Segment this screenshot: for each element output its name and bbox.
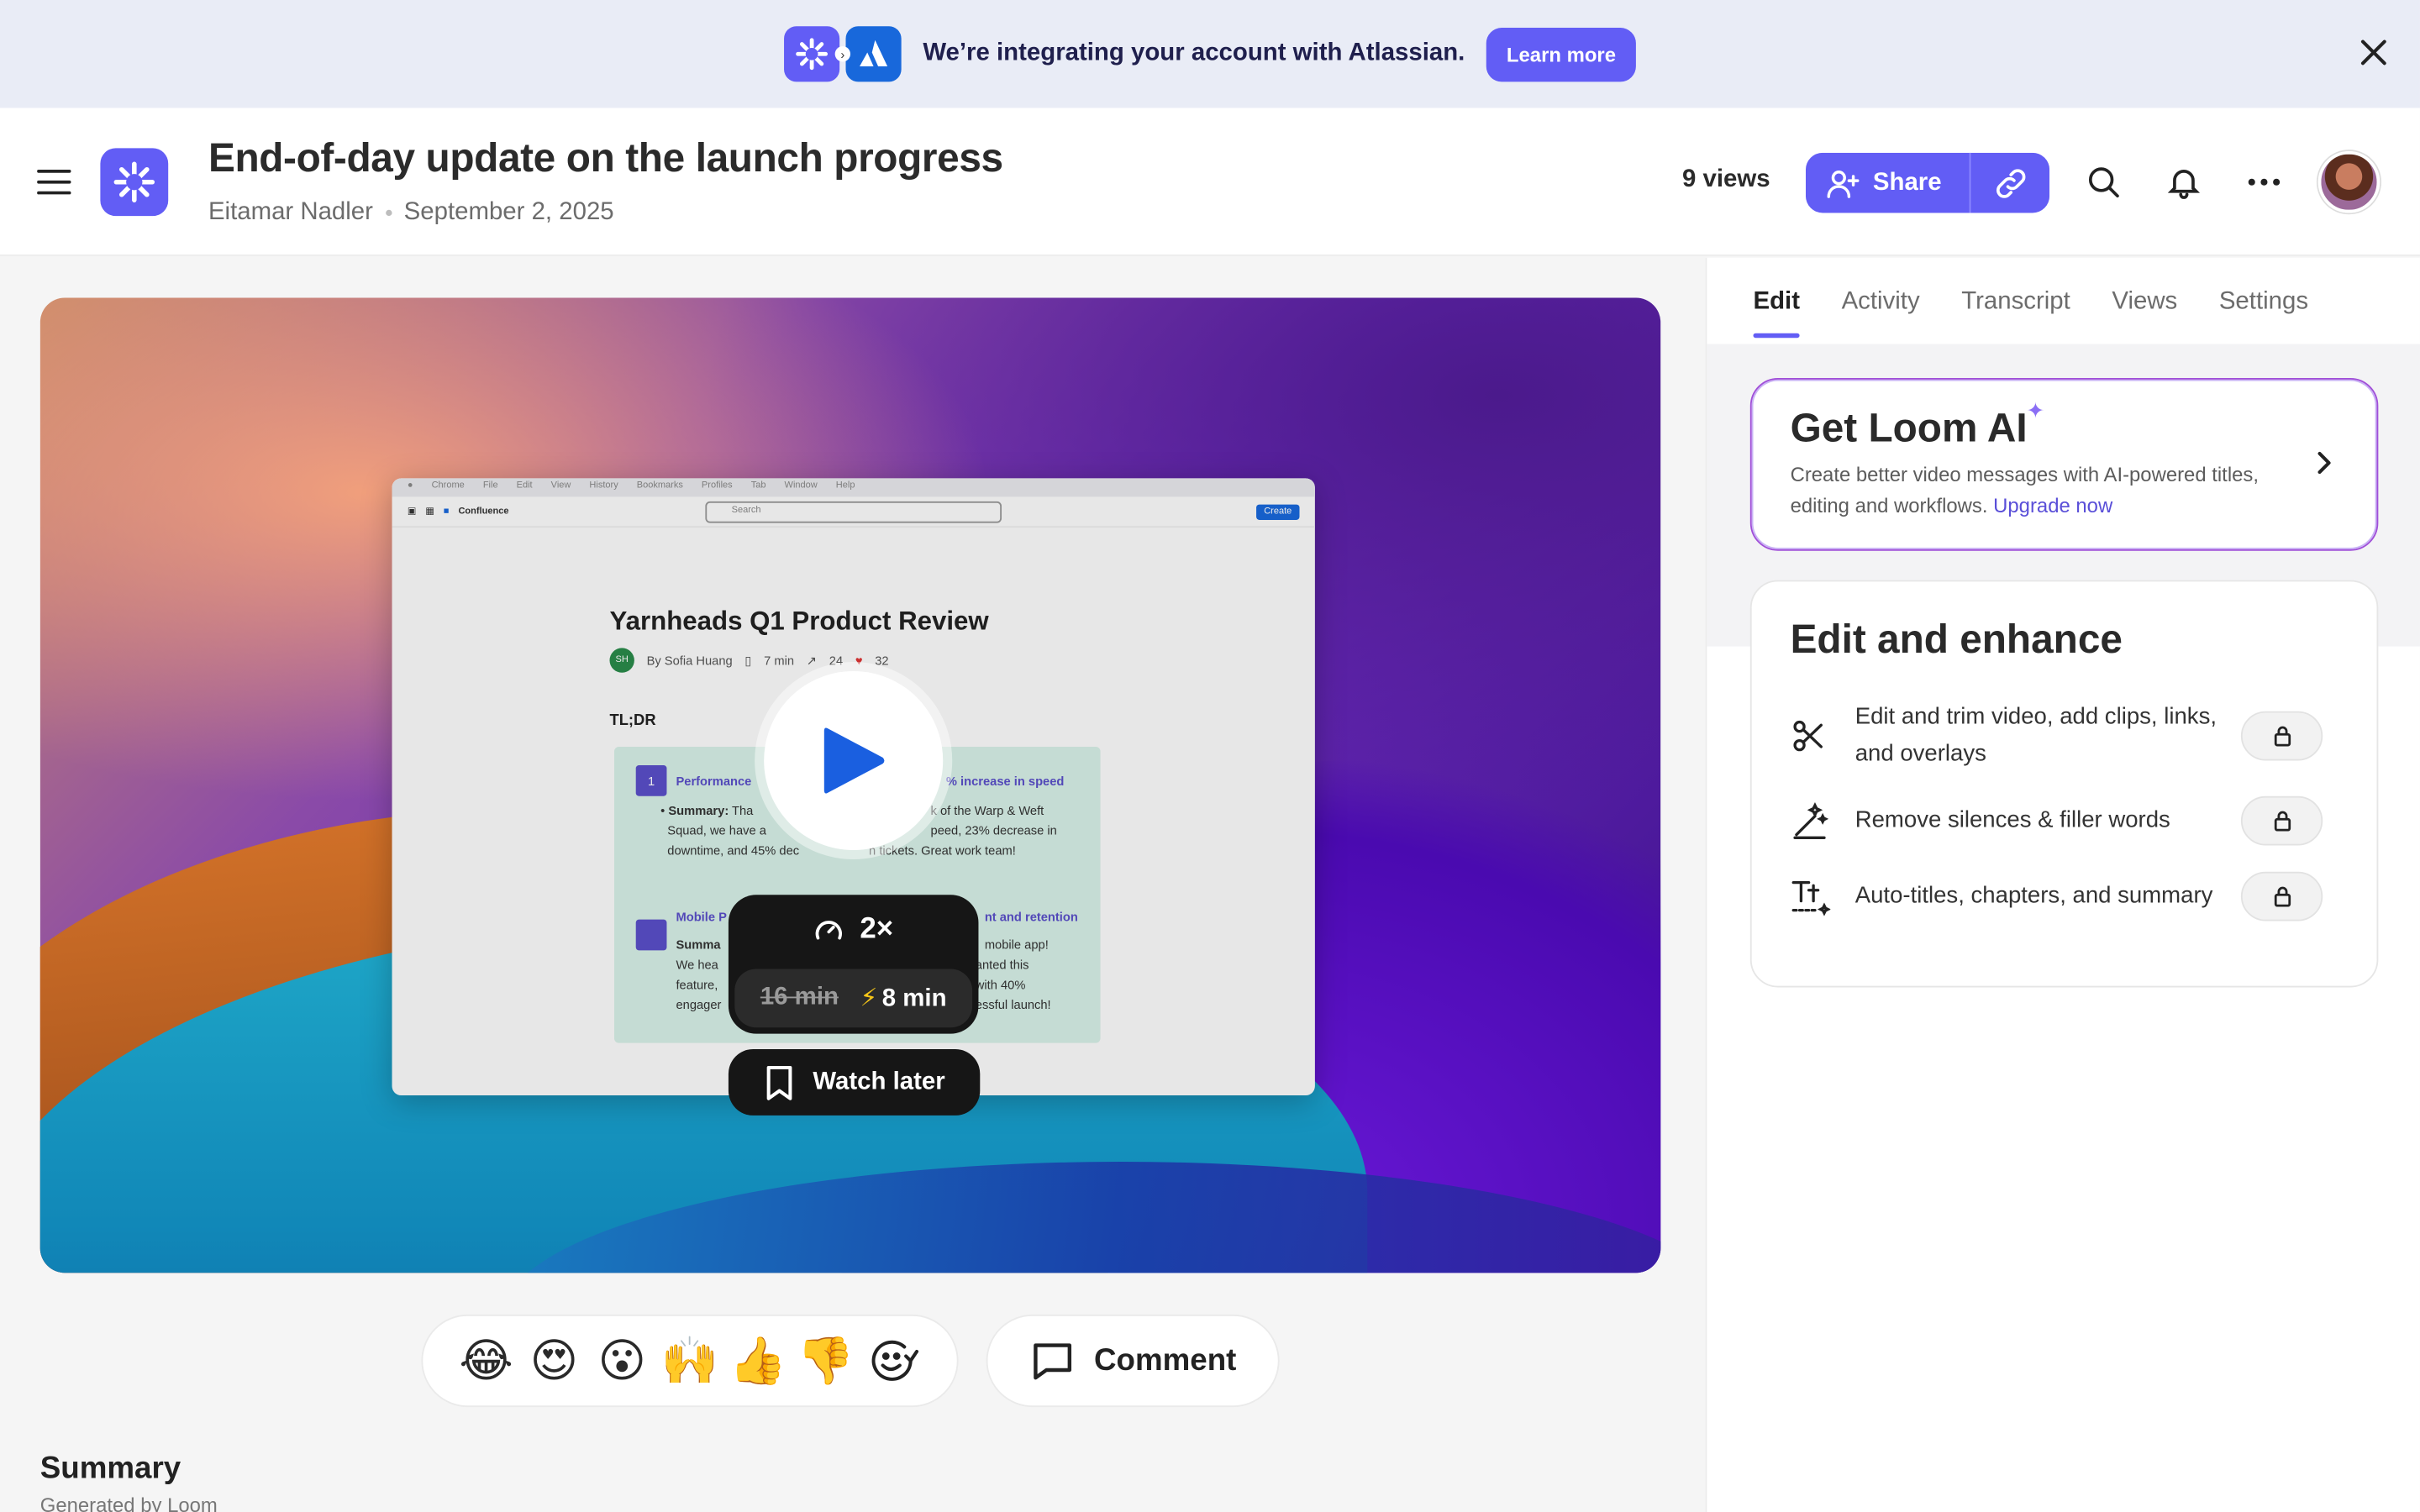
scissors-icon (1791, 714, 1855, 757)
video-header: End-of-day update on the launch progress… (0, 108, 2420, 256)
bookmark-icon (766, 1065, 792, 1100)
enhance-item-trim[interactable]: Edit and trim video, add clips, links, a… (1791, 699, 2323, 773)
raised-hands-emoji-button[interactable]: 🙌 (660, 1331, 719, 1390)
video-title[interactable]: End-of-day update on the launch progress (208, 134, 1003, 182)
avatar[interactable] (2317, 150, 2381, 213)
summary-heading: Summary (39, 1452, 182, 1486)
loom-ai-title: Get Loom AI (1790, 404, 2028, 451)
speedometer-icon (816, 920, 843, 939)
heart-eyes-emoji-button[interactable]: 😍 (524, 1331, 583, 1390)
enhance-item-label: Auto-titles, chapters, and summary (1854, 882, 2213, 909)
loom-ai-card[interactable]: Get Loom AI ✦ Create better video messag… (1749, 377, 2379, 551)
share-label: Share (1872, 169, 1942, 196)
video-player[interactable]: ● Chrome File Edit View History Bookmark… (39, 297, 1661, 1273)
view-count[interactable]: 9 views (1682, 166, 1770, 194)
lock-icon[interactable] (2240, 711, 2323, 761)
laugh-emoji-button[interactable]: 😂 (457, 1331, 516, 1390)
more-icon[interactable] (2245, 164, 2282, 201)
close-icon[interactable] (2355, 34, 2392, 71)
integration-banner: › We’re integrating your account with At… (0, 0, 2420, 108)
thumbs-down-emoji-button[interactable]: 👎 (797, 1331, 855, 1390)
chevron-right-icon[interactable] (2309, 448, 2340, 479)
edit-enhance-title: Edit and enhance (1790, 615, 2123, 662)
watch-later-button[interactable]: Watch later (728, 1048, 981, 1116)
reaction-bar: 😂 😍 😮 🙌 👍 👎 (421, 1314, 959, 1408)
tab-settings[interactable]: Settings (2219, 288, 2308, 316)
video-meta: Eitamar Nadler September 2, 2025 (208, 199, 614, 227)
tab-activity[interactable]: Activity (1842, 288, 1920, 316)
banner-logos: › (784, 26, 902, 82)
fast-duration-wrap: ⚡ 8 min (860, 983, 947, 1014)
fast-duration: 8 min (881, 985, 947, 1012)
original-duration: 16 min (760, 984, 839, 1011)
enhance-item-label: Remove silences & filler words (1854, 806, 2170, 833)
atlassian-logo-icon (845, 26, 902, 82)
play-button[interactable] (764, 670, 944, 851)
lock-icon[interactable] (2240, 871, 2323, 921)
lock-icon[interactable] (2240, 795, 2323, 846)
search-icon[interactable] (2085, 164, 2122, 201)
surprised-emoji-button[interactable]: 😮 (592, 1331, 651, 1390)
video-date: September 2, 2025 (403, 198, 614, 226)
thumbs-up-emoji-button[interactable]: 👍 (729, 1331, 787, 1390)
sparkle-icon: ✦ (2026, 397, 2045, 423)
loom-logo-icon (784, 26, 840, 82)
edit-enhance-card: Edit and enhance Edit and trim video, ad… (1749, 580, 2379, 988)
sidebar-tabs: Edit Activity Transcript Views Settings (1753, 288, 2308, 339)
copy-link-button[interactable] (1970, 152, 2050, 213)
duration-row: 16 min ⚡ 8 min (734, 969, 973, 1028)
bell-icon[interactable] (2165, 164, 2202, 201)
play-icon (823, 727, 885, 794)
upgrade-now-link[interactable]: Upgrade now (1993, 494, 2112, 517)
enhance-item-silences[interactable]: Remove silences & filler words (1791, 795, 2323, 846)
tab-transcript[interactable]: Transcript (1961, 288, 2070, 316)
add-reaction-icon[interactable] (865, 1331, 923, 1390)
loom-app-logo-icon[interactable] (100, 148, 169, 217)
speed-row: 2× (729, 895, 979, 964)
lightning-icon: ⚡ (860, 985, 878, 1012)
playback-speed-card[interactable]: 2× 16 min ⚡ 8 min (728, 895, 979, 1034)
playback-speed: 2× (860, 912, 894, 945)
comment-button[interactable]: Comment (986, 1314, 1280, 1408)
arrow-right-icon: › (834, 46, 851, 62)
link-icon (1996, 168, 2025, 197)
right-sidebar: Edit Activity Transcript Views Settings … (1705, 257, 2420, 1512)
banner-message: We’re integrating your account with Atla… (923, 39, 1465, 66)
comment-label: Comment (1093, 1342, 1237, 1378)
tab-views[interactable]: Views (2112, 288, 2177, 316)
learn-more-button[interactable]: Learn more (1486, 27, 1636, 81)
watch-later-label: Watch later (813, 1068, 945, 1095)
add-person-icon (1827, 170, 1860, 197)
loom-ai-description: Create better video messages with AI-pow… (1791, 459, 2269, 521)
enhance-item-autotitles[interactable]: Auto-titles, chapters, and summary (1791, 871, 2323, 921)
author-name[interactable]: Eitamar Nadler (208, 199, 373, 227)
enhance-item-label: Edit and trim video, add clips, links, a… (1854, 703, 2217, 767)
share-button-group: Share (1805, 152, 2050, 213)
share-button[interactable]: Share (1805, 152, 1971, 213)
separator-dot (385, 209, 392, 217)
summary-subheading: Generated by Loom (39, 1493, 218, 1512)
tab-edit[interactable]: Edit (1753, 288, 1801, 339)
menu-icon[interactable] (37, 165, 71, 199)
text-size-icon (1791, 874, 1855, 917)
comment-icon (1033, 1343, 1071, 1380)
magic-wand-icon (1791, 799, 1855, 842)
